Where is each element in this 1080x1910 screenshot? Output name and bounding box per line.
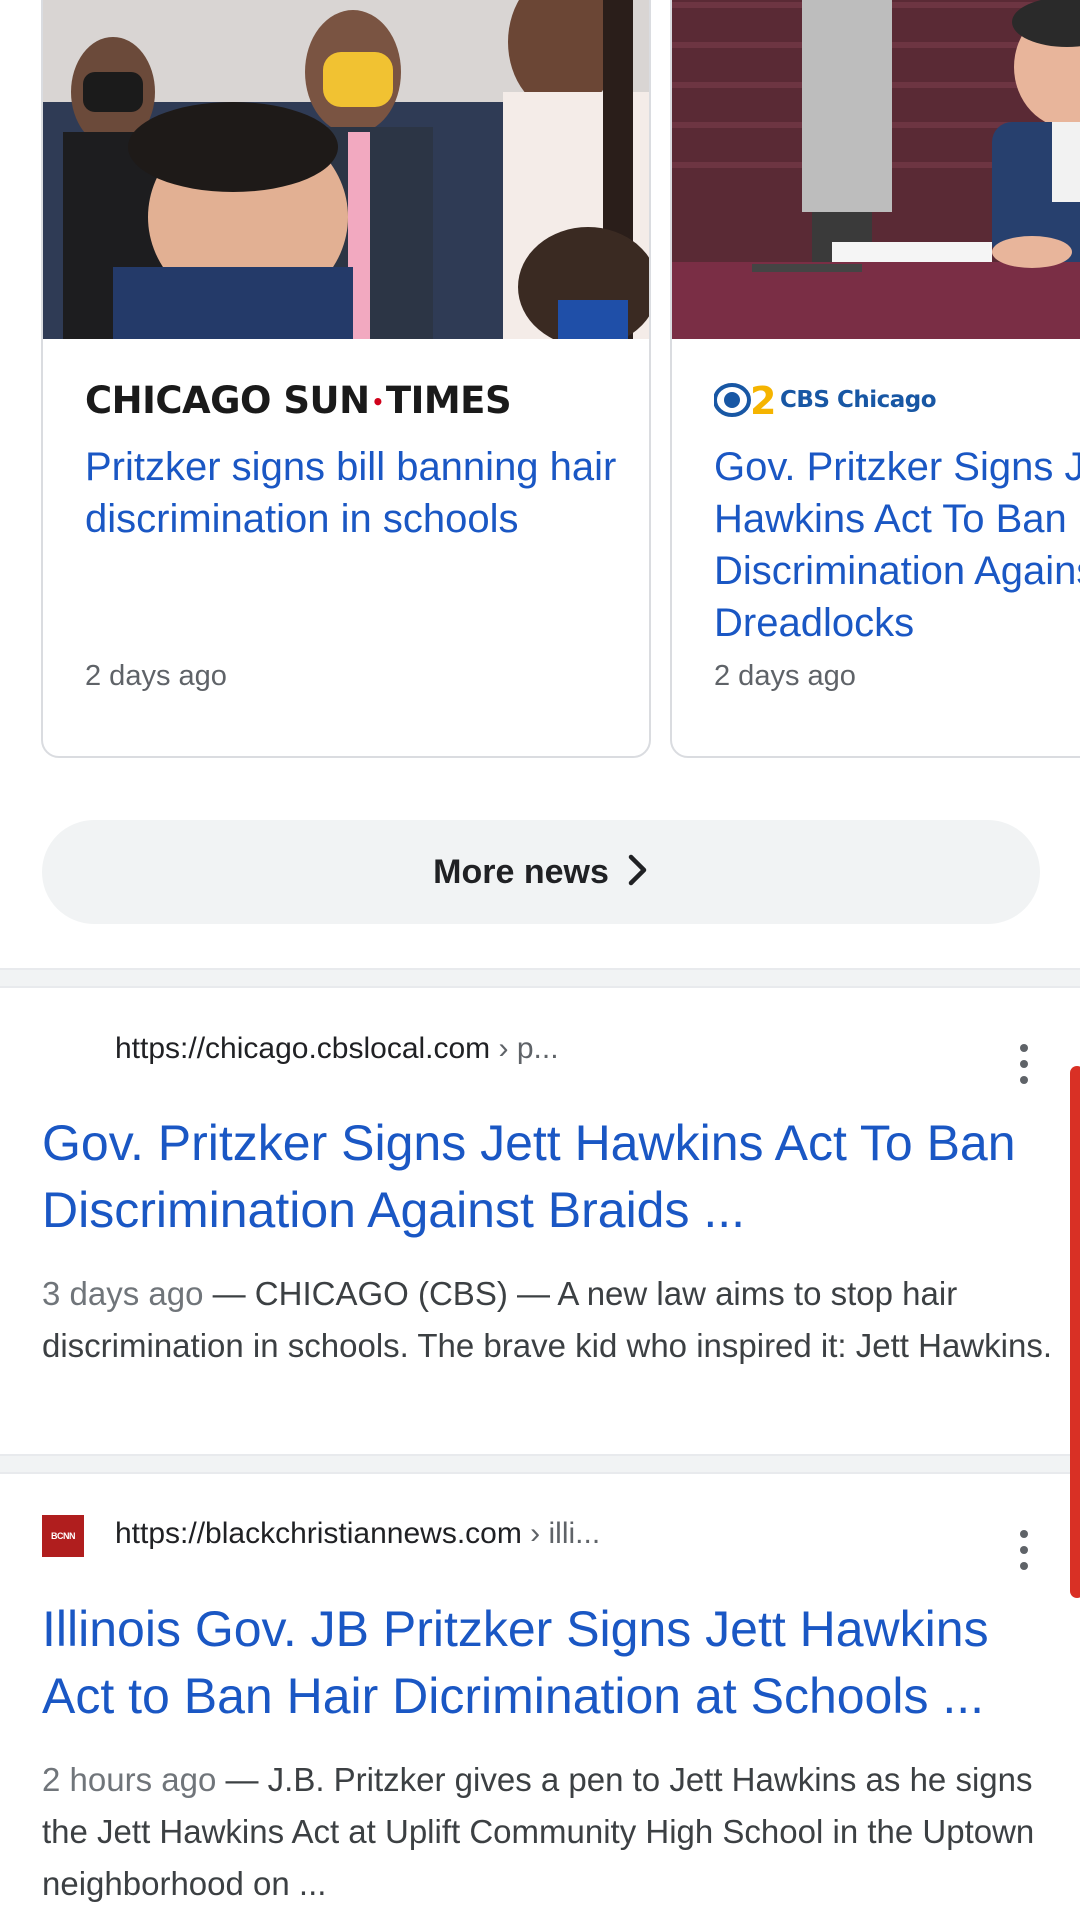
news-age: 2 days ago — [85, 660, 227, 692]
result-url[interactable]: https://chicago.cbslocal.com › p... — [115, 1032, 559, 1066]
publisher-logo: 2 CBS Chicago — [714, 375, 937, 425]
top-stories-carousel[interactable]: CHICAGO SUN •TIMES Pritzker signs bill ba… — [0, 0, 1080, 780]
publisher-logo: CHICAGO SUN •TIMES — [85, 378, 512, 422]
news-headline[interactable]: Pritzker signs bill banning hair discrim… — [85, 441, 625, 545]
news-thumbnail — [672, 0, 1080, 339]
cbs-eye-logo: 2 — [714, 380, 776, 420]
site-favicon — [42, 1025, 84, 1067]
news-thumbnail — [43, 0, 649, 339]
site-favicon: BCNN — [42, 1515, 84, 1557]
more-news-label: More news — [433, 852, 609, 891]
result-url[interactable]: https://blackchristiannews.com › illi... — [115, 1517, 600, 1551]
svg-text:2: 2 — [750, 380, 776, 420]
scrollbar[interactable] — [1070, 1066, 1080, 1598]
section-divider — [0, 968, 1080, 988]
section-divider — [0, 1454, 1080, 1474]
result-snippet: 3 days ago — CHICAGO (CBS) — A new law a… — [42, 1275, 1052, 1364]
news-headline[interactable]: Gov. Pritzker Signs Jett Hawkins Act To … — [714, 441, 1080, 649]
result-snippet: 2 hours ago — J.B. Pritzker gives a pen … — [42, 1761, 1035, 1902]
more-news-button[interactable]: More news — [42, 820, 1040, 924]
more-vert-icon[interactable] — [1014, 1044, 1034, 1084]
more-vert-icon[interactable] — [1014, 1530, 1034, 1570]
news-age: 2 days ago — [714, 660, 856, 692]
result-title[interactable]: Illinois Gov. JB Pritzker Signs Jett Haw… — [42, 1596, 1052, 1730]
result-title[interactable]: Gov. Pritzker Signs Jett Hawkins Act To … — [42, 1110, 1052, 1244]
news-card[interactable]: CHICAGO SUN •TIMES Pritzker signs bill ba… — [41, 0, 651, 758]
chevron-right-icon — [627, 854, 649, 891]
news-card[interactable]: 2 CBS Chicago Gov. Pritzker Signs Jett H… — [670, 0, 1080, 758]
